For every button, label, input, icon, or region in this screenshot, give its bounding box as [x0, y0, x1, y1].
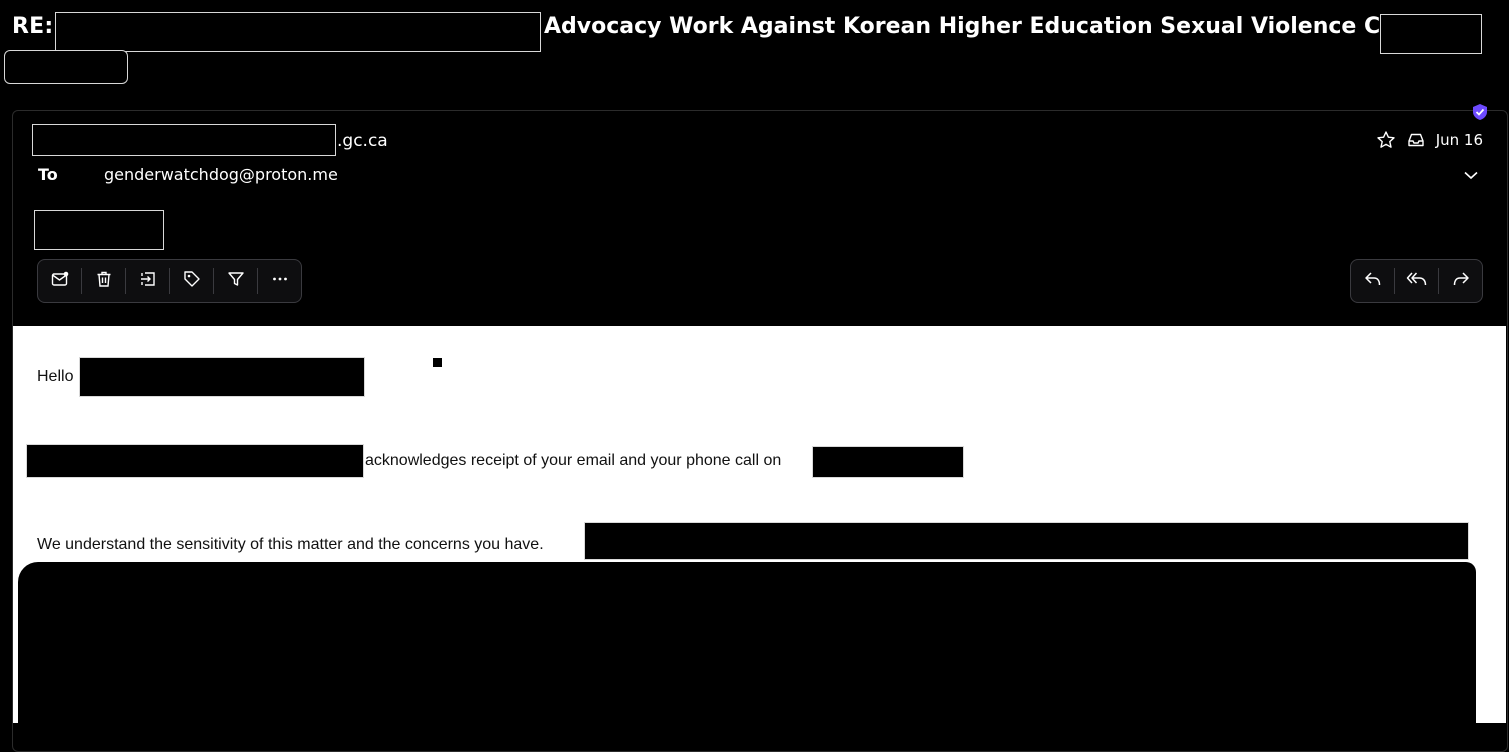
- redaction-block: [34, 210, 164, 250]
- reply-all-button[interactable]: [1395, 260, 1438, 302]
- forward-icon: [1451, 269, 1471, 293]
- redaction-block: [4, 50, 128, 84]
- label-button[interactable]: [170, 260, 213, 302]
- redaction-dot: [433, 358, 442, 367]
- subject-prefix: RE:: [12, 14, 54, 39]
- mark-unread-icon: [50, 269, 70, 293]
- star-icon[interactable]: [1376, 130, 1396, 150]
- shield-check-icon: [1471, 103, 1489, 121]
- reply-button[interactable]: [1351, 260, 1394, 302]
- to-label: To: [38, 165, 58, 184]
- more-actions-button[interactable]: [258, 260, 301, 302]
- message-meta: Jun 16: [1376, 130, 1483, 150]
- redaction-block: [1380, 14, 1482, 54]
- sender-address[interactable]: .gc.ca: [337, 131, 388, 151]
- reply-toolbar: [1350, 259, 1483, 303]
- sender-redaction: [32, 124, 336, 156]
- redaction-block: [18, 562, 1476, 723]
- chevron-down-icon[interactable]: [1462, 166, 1480, 188]
- recipient-address[interactable]: genderwatchdog@proton.me: [104, 165, 338, 184]
- message-date: Jun 16: [1435, 131, 1483, 149]
- acknowledgement-text: acknowledges receipt of your email and y…: [365, 452, 782, 469]
- delete-button[interactable]: [82, 260, 125, 302]
- subject-title: Advocacy Work Against Korean Higher Educ…: [544, 14, 1433, 39]
- mark-unread-button[interactable]: [38, 260, 81, 302]
- move-button[interactable]: [126, 260, 169, 302]
- sensitivity-text: We understand the sensitivity of this ma…: [37, 536, 544, 553]
- redaction-block: [812, 446, 964, 478]
- more-icon: [270, 269, 290, 293]
- redaction-block: [26, 444, 364, 478]
- redaction-block: [584, 522, 1469, 560]
- greeting-text: Hello: [37, 368, 74, 385]
- reply-icon: [1363, 269, 1383, 293]
- trash-icon: [94, 269, 114, 293]
- label-icon: [182, 269, 202, 293]
- redaction-block: [79, 357, 365, 397]
- redaction-block: [55, 12, 541, 52]
- move-icon: [138, 269, 158, 293]
- forward-button[interactable]: [1439, 260, 1482, 302]
- message-toolbar: [37, 259, 302, 303]
- filter-icon: [226, 269, 246, 293]
- inbox-icon[interactable]: [1406, 130, 1426, 150]
- filter-button[interactable]: [214, 260, 257, 302]
- reply-all-icon: [1406, 269, 1428, 293]
